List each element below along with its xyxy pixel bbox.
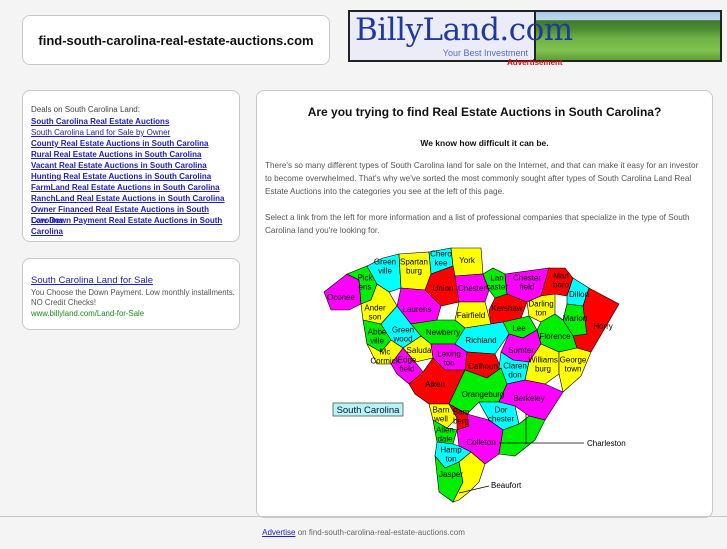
county-label-aiken: Aiken	[425, 380, 445, 389]
intro-paragraph: There's so many different types of South…	[265, 161, 699, 196]
site-title: find-south-carolina-real-estate-auctions…	[38, 32, 314, 48]
county-label-marion: Marion	[563, 314, 587, 323]
county-label-florence: Florence	[539, 332, 571, 341]
deals-panel: Deals on South Carolina Land: South Caro…	[22, 90, 240, 242]
state-label: South Carolina	[337, 405, 401, 416]
county-label-orangeburg: Orangeburg	[462, 390, 505, 399]
county-label-oconee: Oconee	[327, 293, 356, 302]
list-item: Rural Real Estate Auctions in South Caro…	[31, 149, 239, 160]
county-label-calhoun: Calhoun	[468, 362, 498, 371]
list-item: RanchLand Real Estate Auctions in South …	[31, 193, 239, 204]
county-oconee[interactable]	[323, 273, 362, 311]
advertisement-label: Advertisement	[507, 58, 563, 67]
county-label-saluda: Saluda	[407, 346, 432, 355]
deals-heading: Deals on South Carolina Land:	[31, 105, 140, 114]
county-label-chester: Chester	[458, 284, 486, 293]
deal-link-land-by-owner[interactable]: South Carolina Land for Sale by Owner	[31, 128, 170, 137]
county-label-edgefield: Edge field	[398, 356, 417, 374]
text-ad-description: You Choose the Down Payment. Low monthly…	[31, 288, 235, 307]
list-item: Low Down Payment Real Estate Auctions in…	[31, 215, 239, 236]
county-label-laurens: Laurens	[403, 305, 432, 314]
south-carolina-county-map: OconeePick ensGreen villeSpartan burgChero k…	[323, 247, 626, 503]
county-label-pickens: Pick ens	[357, 274, 373, 292]
deal-link-ranchland[interactable]: RanchLand Real Estate Auctions in South …	[31, 194, 225, 203]
county-label-york: York	[459, 256, 476, 265]
county-label-kershaw: Kershaw	[491, 304, 522, 313]
county-label-charleston-callout: Charleston	[587, 439, 626, 448]
list-item: Owner Financed Real Estate Auctions in S…	[31, 204, 239, 225]
county-label-sumter: Sumter	[508, 346, 534, 355]
list-item: Hunting Real Estate Auctions in South Ca…	[31, 171, 239, 182]
county-label-lee: Lee	[512, 324, 526, 333]
footer: Advertise on find-south-carolina-real-es…	[0, 516, 727, 546]
site-title-box: find-south-carolina-real-estate-auctions…	[22, 15, 330, 65]
county-label-colleton: Colleton	[466, 438, 495, 447]
text-ad-title-link[interactable]: South Carolina Land for Sale	[31, 275, 153, 286]
deal-link-vacant[interactable]: Vacant Real Estate Auctions in South Car…	[31, 161, 207, 170]
list-item: County Real Estate Auctions in South Car…	[31, 138, 239, 149]
county-label-richland: Richland	[465, 336, 496, 345]
billyland-banner-ad[interactable]: BillyLand.com Your Best Investment	[348, 10, 722, 62]
deal-link-rural[interactable]: Rural Real Estate Auctions in South Caro…	[31, 150, 201, 159]
county-label-barnwell: Barn well	[433, 406, 450, 424]
list-item: South Carolina Real Estate Auctions	[31, 116, 239, 127]
county-label-fairfield: Fairfield	[457, 311, 485, 320]
billyland-logo[interactable]: BillyLand.com Your Best Investment	[350, 12, 573, 60]
county-label-jasper: Jasper	[439, 470, 463, 479]
deals-link-list: South Carolina Real Estate Auctions Sout…	[31, 116, 239, 236]
footer-suffix: on find-south-carolina-real-estate-aucti…	[295, 528, 465, 537]
county-label-newberry: Newberry	[426, 328, 460, 337]
banner-brand: BillyLand.com	[355, 12, 573, 48]
deal-link-hunting[interactable]: Hunting Real Estate Auctions in South Ca…	[31, 172, 211, 181]
text-ad-url[interactable]: www.billyland.com/Land-for-Sale	[31, 309, 144, 318]
main-content-panel: Are you trying to find Real Estate Aucti…	[256, 90, 713, 518]
deal-link-farmland[interactable]: FarmLand Real Estate Auctions in South C…	[31, 183, 220, 192]
list-item: FarmLand Real Estate Auctions in South C…	[31, 182, 239, 193]
county-label-marlboro: Marl boro	[553, 272, 570, 290]
county-label-allendale: Allen dale	[436, 426, 454, 444]
banner-tagline: Your Best Investment	[442, 48, 528, 58]
list-item: South Carolina Land for Sale by Owner	[31, 127, 239, 138]
county-label-beaufort-callout: Beaufort	[491, 481, 522, 490]
page-headline: Are you trying to find Real Estate Aucti…	[307, 105, 662, 119]
county-label-greenwood: Green wood	[392, 326, 414, 344]
advertise-link[interactable]: Advertise	[262, 528, 295, 537]
list-item: Vacant Real Estate Auctions in South Car…	[31, 160, 239, 171]
instruction-paragraph: Select a link from the left for more inf…	[265, 213, 690, 235]
deal-link-sc-real-estate-auctions[interactable]: South Carolina Real Estate Auctions	[31, 117, 169, 126]
county-label-dillon: Dillon	[569, 290, 589, 299]
county-label-bamberg: Bam berg	[453, 408, 470, 426]
deal-link-county[interactable]: County Real Estate Auctions in South Car…	[31, 139, 209, 148]
county-label-berkeley: Berkeley	[513, 394, 544, 403]
text-ad-panel: South Carolina Land for Sale You Choose …	[22, 258, 240, 330]
page-subheadline: We know how difficult it can be.	[420, 138, 549, 148]
deal-link-low-down-payment[interactable]: Low Down Payment Real Estate Auctions in…	[31, 216, 222, 236]
county-label-horry: Horry	[593, 322, 613, 331]
county-label-union: Union	[433, 284, 454, 293]
